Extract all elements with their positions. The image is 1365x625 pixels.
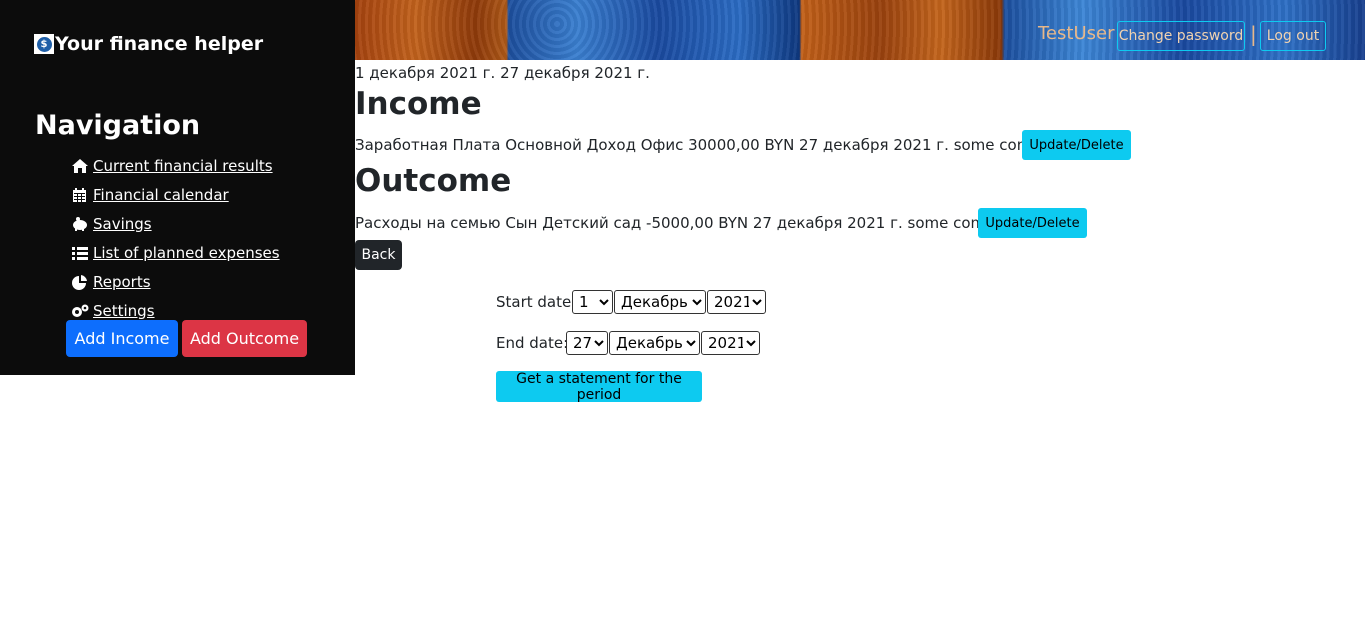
start-day-select[interactable]: 1 <box>572 290 613 314</box>
end-month-select[interactable]: Декабрь <box>609 331 700 355</box>
piggy-bank-icon <box>73 216 87 231</box>
user-name: TestUser <box>1038 23 1115 44</box>
nav-link-planned-expenses[interactable]: List of planned expenses <box>71 244 280 262</box>
outcome-update-delete-button[interactable]: Update/Delete <box>978 208 1087 238</box>
nav-item-current-results: Current financial results <box>71 151 280 180</box>
start-year-select[interactable]: 2021 <box>707 290 766 314</box>
nav-item-label: Financial calendar <box>93 185 229 204</box>
nav-link-current-results[interactable]: Current financial results <box>71 157 273 175</box>
change-password-button[interactable]: Change password <box>1117 21 1245 51</box>
add-income-button[interactable]: Add Income <box>66 320 178 357</box>
get-statement-button[interactable]: Get a statement for the period <box>496 371 702 403</box>
nav-item-label: Current financial results <box>93 156 273 175</box>
home-icon <box>72 158 88 173</box>
gears-icon <box>72 304 89 317</box>
header-separator: | <box>1250 22 1257 46</box>
nav-item-label: Savings <box>93 214 152 233</box>
start-date-label: Start date: <box>496 293 577 311</box>
dollar-coin-icon: $ <box>34 34 54 54</box>
back-button[interactable]: Back <box>355 240 402 270</box>
nav-item-label: Reports <box>93 272 151 291</box>
nav-link-calendar[interactable]: Financial calendar <box>71 186 229 204</box>
outcome-heading: Outcome <box>355 163 512 199</box>
nav-item-label: Settings <box>93 301 155 320</box>
calendar-icon <box>73 187 86 202</box>
sidebar: $ Your finance helper Navigation Current… <box>0 0 355 375</box>
start-month-select[interactable]: Декабрь <box>614 290 706 314</box>
nav-item-savings: Savings <box>71 209 280 238</box>
nav-title: Navigation <box>35 110 201 141</box>
nav-link-savings[interactable]: Savings <box>71 215 152 233</box>
nav-item-reports: Reports <box>71 267 280 296</box>
end-year-select[interactable]: 2021 <box>701 331 760 355</box>
nav-item-calendar: Financial calendar <box>71 180 280 209</box>
pie-chart-icon <box>72 274 87 290</box>
income-row: Заработная Плата Основной Доход Офис 300… <box>355 136 1079 154</box>
end-date-label: End date: <box>496 334 569 352</box>
logout-button[interactable]: Log out <box>1260 21 1326 51</box>
outcome-row: Расходы на семью Сын Детский сад -5000,0… <box>355 214 1033 232</box>
end-day-select[interactable]: 27 <box>566 331 608 355</box>
brand[interactable]: $ Your finance helper <box>34 33 263 55</box>
nav-link-reports[interactable]: Reports <box>71 273 151 291</box>
brand-label: Your finance helper <box>55 33 264 55</box>
period-range: 1 декабря 2021 г. 27 декабря 2021 г. <box>355 64 650 82</box>
add-outcome-button[interactable]: Add Outcome <box>182 320 307 357</box>
nav-item-label: List of planned expenses <box>93 243 280 262</box>
income-heading: Income <box>355 86 482 122</box>
nav-list: Current financial results Financial cale… <box>71 151 280 325</box>
list-icon <box>72 246 88 260</box>
nav-link-settings[interactable]: Settings <box>71 302 155 320</box>
nav-item-planned-expenses: List of planned expenses <box>71 238 280 267</box>
income-update-delete-button[interactable]: Update/Delete <box>1022 130 1131 160</box>
